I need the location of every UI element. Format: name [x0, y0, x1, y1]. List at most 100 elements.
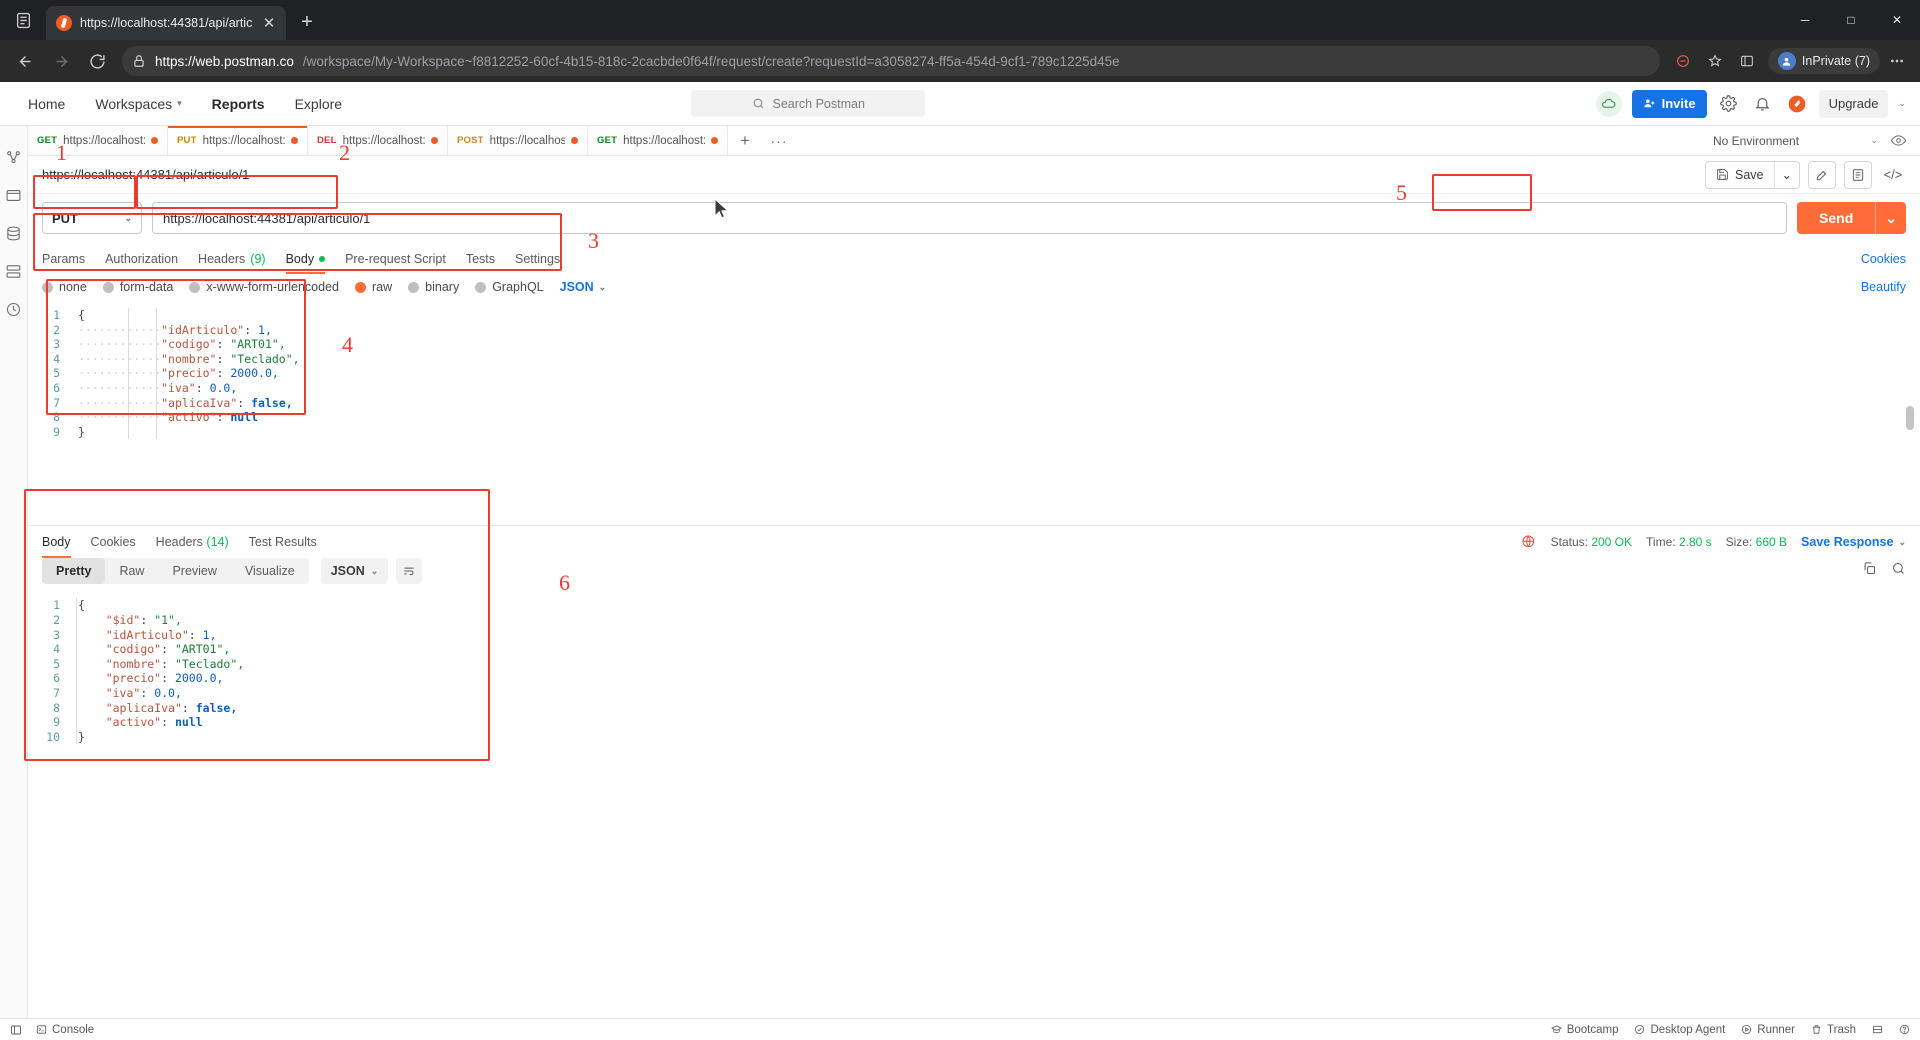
code-snippet-icon[interactable]: </> — [1880, 162, 1906, 188]
request-body-editor[interactable]: 123456789 {············"idArticulo": 1, ·… — [28, 308, 1920, 440]
save-chevron-down-icon[interactable]: ⌄ — [1775, 162, 1799, 188]
nav-home[interactable]: Home — [14, 90, 79, 118]
body-type-urlencoded[interactable]: x-www-form-urlencoded — [189, 280, 339, 294]
view-mode-preview[interactable]: Preview — [158, 558, 230, 584]
comment-button[interactable] — [1808, 160, 1836, 189]
new-request-tab-button[interactable]: + — [728, 126, 762, 155]
code-line[interactable]: "activo": null — [78, 715, 1920, 730]
network-globe-icon[interactable] — [1521, 534, 1537, 550]
upgrade-chevron-down-icon[interactable]: ⌄ — [1898, 98, 1906, 109]
sidebar-item-apis[interactable] — [5, 186, 23, 204]
beautify-link[interactable]: Beautify — [1861, 280, 1906, 294]
invite-button[interactable]: Invite — [1631, 89, 1707, 118]
upgrade-button[interactable]: Upgrade — [1818, 89, 1889, 118]
code-line[interactable]: } — [78, 730, 1920, 745]
documentation-button[interactable] — [1844, 160, 1872, 189]
response-body-editor[interactable]: 1 2 3 4 5 6 7 8 9 10 { "$id": "1", "idArticulo": … — [28, 598, 1920, 745]
body-type-graphql[interactable]: GraphQL — [475, 280, 544, 294]
request-tab[interactable]: GET https://localhost:4... — [28, 126, 168, 155]
console-button[interactable]: Console — [36, 1024, 94, 1036]
response-tab-cookies[interactable]: Cookies — [91, 526, 136, 558]
code-line[interactable]: "aplicaIva": false, — [78, 701, 1920, 716]
code-line[interactable]: ············"codigo": "ART01", — [78, 337, 1920, 352]
avatar[interactable] — [1784, 91, 1809, 116]
tab-tests[interactable]: Tests — [466, 244, 495, 274]
send-chevron-down-icon[interactable]: ⌄ — [1876, 210, 1906, 227]
search-input[interactable]: Search Postman — [691, 90, 926, 117]
nav-explore[interactable]: Explore — [281, 90, 356, 118]
tabstrip-more-icon[interactable]: ··· — [762, 126, 796, 155]
nav-reports[interactable]: Reports — [198, 90, 279, 118]
nav-workspaces[interactable]: Workspaces ▾ — [81, 90, 195, 118]
tab-authorization[interactable]: Authorization — [105, 244, 178, 274]
raw-format-select[interactable]: JSON ⌄ — [560, 280, 607, 294]
browser-tab[interactable]: https://localhost:44381/api/artic ✕ — [46, 6, 286, 40]
request-code-column[interactable]: {············"idArticulo": 1, ···········… — [68, 308, 1920, 440]
sidebar-item-collections[interactable] — [5, 148, 23, 166]
maximize-icon[interactable]: □ — [1828, 4, 1874, 36]
body-type-binary[interactable]: binary — [408, 280, 459, 294]
request-tab-active[interactable]: PUT https://localhost:4... — [168, 126, 308, 155]
request-body-scrollbar[interactable] — [1906, 406, 1914, 430]
save-button[interactable]: Save ⌄ — [1705, 160, 1800, 189]
code-line[interactable]: ············"idArticulo": 1, — [78, 323, 1920, 338]
request-url-input[interactable]: https://localhost:44381/api/articulo/1 — [152, 202, 1788, 234]
code-line[interactable]: "iva": 0.0, — [78, 686, 1920, 701]
code-line[interactable]: ············"iva": 0.0, — [78, 381, 1920, 396]
desktop-agent-button[interactable]: Desktop Agent — [1634, 1024, 1725, 1036]
cookies-link[interactable]: Cookies — [1861, 252, 1906, 266]
tab-headers[interactable]: Headers (9) — [198, 244, 266, 274]
new-tab-button[interactable]: + — [292, 7, 322, 37]
tab-body[interactable]: Body — [285, 244, 326, 274]
tracking-prevention-icon[interactable] — [1668, 46, 1698, 76]
back-icon[interactable] — [8, 44, 42, 78]
environment-quick-look-icon[interactable] — [1890, 132, 1908, 150]
response-tab-body[interactable]: Body — [42, 526, 71, 559]
request-tab[interactable]: POST https://localhost:... — [448, 126, 588, 155]
save-response-button[interactable]: Save Response ⌄ — [1801, 535, 1906, 549]
send-button[interactable]: Send ⌄ — [1797, 202, 1906, 234]
request-tab[interactable]: GET https://localhost:4... — [588, 126, 728, 155]
code-line[interactable]: } — [78, 425, 1920, 440]
code-line[interactable]: "nombre": "Teclado", — [78, 657, 1920, 672]
body-type-raw[interactable]: raw — [355, 280, 392, 294]
body-type-none[interactable]: none — [42, 280, 87, 294]
code-line[interactable]: "codigo": "ART01", — [78, 642, 1920, 657]
sync-status-icon[interactable] — [1595, 90, 1622, 117]
code-line[interactable]: "precio": 2000.0, — [78, 671, 1920, 686]
sidebar-item-environments[interactable] — [5, 224, 23, 242]
response-format-select[interactable]: JSON ⌄ — [320, 558, 389, 585]
help-icon[interactable] — [1899, 1024, 1910, 1035]
sidebar-item-history[interactable] — [5, 300, 23, 318]
address-bar[interactable]: https://web.postman.co/workspace/My-Work… — [122, 46, 1660, 76]
reload-icon[interactable] — [80, 44, 114, 78]
response-tab-test-results[interactable]: Test Results — [249, 526, 317, 558]
code-line[interactable]: { — [78, 308, 1920, 323]
close-icon[interactable]: ✕ — [260, 14, 278, 32]
request-tab[interactable]: DEL https://localhost:4... — [308, 126, 448, 155]
collections-icon[interactable] — [1732, 46, 1762, 76]
bootcamp-button[interactable]: Bootcamp — [1550, 1024, 1618, 1036]
sidebar-item-mock-servers[interactable] — [5, 262, 23, 280]
layout-toggle-icon[interactable] — [1872, 1024, 1883, 1035]
code-line[interactable]: "$id": "1", — [78, 613, 1920, 628]
method-select[interactable]: PUT ⌄ — [42, 202, 142, 234]
forward-icon[interactable] — [44, 44, 78, 78]
sidebar-toggle-icon[interactable] — [10, 1024, 22, 1036]
search-response-icon[interactable] — [1891, 561, 1906, 581]
code-line[interactable]: ············"precio": 2000.0, — [78, 366, 1920, 381]
inprivate-indicator[interactable]: InPrivate (7) — [1767, 48, 1880, 74]
code-line[interactable]: ············"nombre": "Teclado", — [78, 352, 1920, 367]
minimize-icon[interactable]: ─ — [1782, 4, 1828, 36]
save-button-main[interactable]: Save — [1706, 162, 1774, 188]
view-mode-pretty[interactable]: Pretty — [42, 558, 106, 585]
response-tab-headers[interactable]: Headers (14) — [156, 526, 229, 558]
copy-icon[interactable] — [1862, 561, 1877, 581]
code-line[interactable]: { — [78, 598, 1920, 613]
view-mode-visualize[interactable]: Visualize — [231, 558, 309, 584]
tab-params[interactable]: Params — [42, 244, 85, 274]
code-line[interactable]: "idArticulo": 1, — [78, 628, 1920, 643]
runner-button[interactable]: Runner — [1741, 1024, 1795, 1036]
response-code-column[interactable]: { "$id": "1", "idArticulo": 1, "codigo":… — [68, 598, 1920, 745]
code-line[interactable]: ············"aplicaIva": false, — [78, 396, 1920, 411]
